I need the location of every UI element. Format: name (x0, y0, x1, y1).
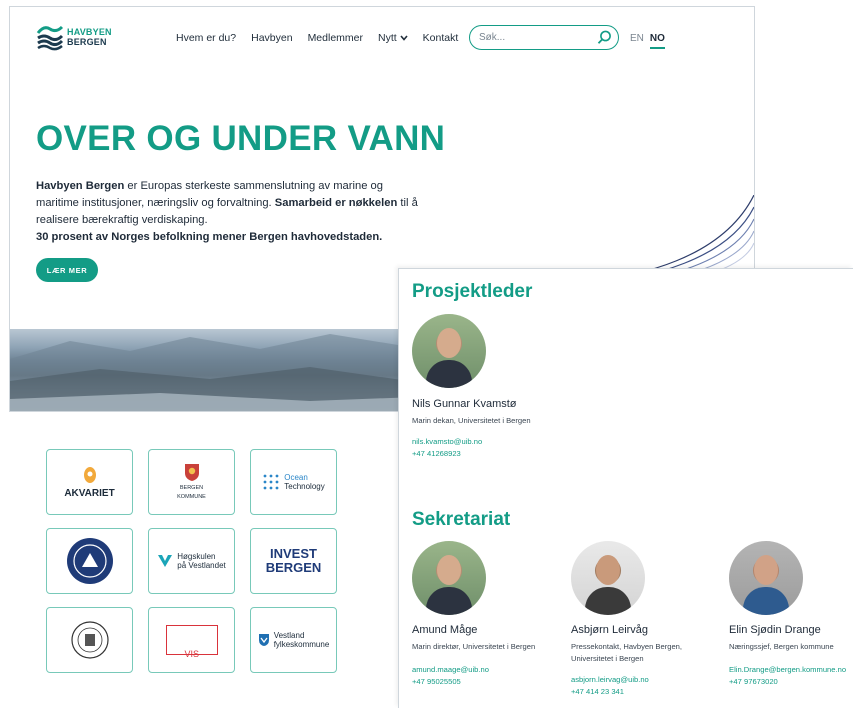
person-phone[interactable]: +47 41268923 (412, 449, 562, 458)
person-role: Marin dekan, Universitetet i Bergen (412, 416, 531, 425)
person-name: Nils Gunnar Kvamstø (412, 398, 517, 410)
waves-logo-icon (36, 25, 64, 51)
avatar-body (743, 587, 789, 615)
person-phone[interactable]: +47 95025505 (412, 677, 562, 686)
hero-text: Havbyen Bergen er Europas sterkeste samm… (36, 178, 426, 246)
partner-akvariet[interactable]: AKVARIET (46, 449, 133, 515)
university-seal-icon (70, 621, 109, 659)
chevron-down-icon (400, 35, 408, 41)
partner-label: Høgskulen (177, 552, 216, 561)
hero-bold-3: 30 prosent av Norges befolkning mener Be… (36, 231, 383, 243)
lang-en[interactable]: EN (630, 33, 644, 49)
person-email[interactable]: amund.maage@uib.no (412, 665, 562, 674)
person-email[interactable]: asbjorn.leirvag@uib.no (571, 675, 707, 684)
vis-logo-frame: VIS (165, 625, 218, 659)
person-card-member: Elin Sjødin Drange Næringssjef, Bergen k… (729, 541, 853, 686)
nav-medlemmer[interactable]: Medlemmer (308, 32, 363, 44)
nav-havbyen[interactable]: Havbyen (251, 32, 292, 44)
partner-sublabel: Technology (284, 482, 325, 491)
nav-nytt[interactable]: Nytt (378, 32, 408, 44)
partner-sublabel: fylkeskommune (273, 640, 330, 649)
person-role: Pressekontakt, Havbyen Bergen, Universit… (571, 642, 683, 663)
hero-bold-2: Samarbeid er nøkkelen (274, 197, 398, 209)
avatar (729, 541, 803, 615)
partner-ocean-technology[interactable]: Ocean Technology (250, 449, 337, 515)
avatar (412, 541, 486, 615)
search-icon[interactable] (597, 30, 612, 45)
person-card-leader: Nils Gunnar Kvamstø Marin dekan, Univers… (412, 314, 562, 458)
person-phone[interactable]: +47 97673020 (729, 677, 853, 686)
search-input[interactable] (479, 32, 597, 43)
vestland-shield-icon (258, 634, 269, 646)
nav-hvem-er-du[interactable]: Hvem er du? (176, 32, 236, 44)
hero-bold-1: Havbyen Bergen (36, 180, 125, 192)
logo-line-2: BERGEN (67, 37, 107, 47)
avatar-head (437, 555, 461, 585)
partner-sublabel: BERGEN (265, 560, 322, 575)
partner-sublabel: på Vestlandet (177, 561, 226, 570)
partner-sublabel: KOMMUNE (177, 494, 206, 500)
avatar-body (426, 587, 472, 615)
main-nav: Hvem er du? Havbyen Medlemmer Nytt Konta… (176, 32, 473, 44)
logo-text: HAVBYEN BERGEN (67, 27, 112, 47)
partner-label: Ocean (284, 473, 308, 482)
partner-bergen-kommune[interactable]: BERGEN KOMMUNE (148, 449, 235, 515)
partner-label: INVEST (270, 546, 317, 561)
partner-vestland-fylkeskommune[interactable]: Vestland fylkeskommune (250, 607, 337, 673)
language-switch: EN NO (630, 33, 665, 49)
avatar (412, 314, 486, 388)
person-card-member: Amund Måge Marin direktør, Universitetet… (412, 541, 562, 686)
person-email[interactable]: nils.kvamsto@uib.no (412, 437, 562, 446)
logo-line-1: HAVBYEN (67, 27, 112, 37)
person-role: Næringssjef, Bergen kommune (729, 642, 834, 651)
person-name: Elin Sjødin Drange (729, 624, 821, 636)
ocean-tech-dots-icon (263, 474, 279, 490)
avatar-head (596, 555, 620, 585)
avatar (571, 541, 645, 615)
partner-label: VIS (184, 649, 200, 659)
partner-university-seal[interactable] (46, 607, 133, 673)
person-card-member: Asbjørn Leirvåg Pressekontakt, Havbyen B… (571, 541, 707, 696)
person-name: Asbjørn Leirvåg (571, 624, 649, 636)
avatar-head (437, 328, 461, 358)
nav-kontakt[interactable]: Kontakt (423, 32, 459, 44)
search-box (469, 25, 619, 50)
partner-label: BERGEN (179, 485, 204, 491)
person-phone[interactable]: +47 414 23 341 (571, 687, 707, 696)
leader-heading: Prosjektleder (412, 281, 533, 302)
person-email[interactable]: Elin.Drange@bergen.kommune.no (729, 665, 853, 674)
partner-label: Vestland (273, 631, 305, 640)
akvariet-logo-icon (83, 467, 96, 483)
avatar-body (585, 587, 631, 615)
partner-nautical-seal[interactable] (46, 528, 133, 594)
partner-hvl[interactable]: Høgskulen på Vestlandet (148, 528, 235, 594)
person-name: Amund Måge (412, 624, 478, 636)
bergen-crest-icon (184, 464, 199, 481)
partner-vis[interactable]: VIS (148, 607, 235, 673)
team-panel: Prosjektleder Nils Gunnar Kvamstø Marin … (398, 268, 853, 708)
learn-more-button[interactable]: LÆR MER (36, 258, 98, 282)
partner-invest-in-bergen[interactable]: INVEST BERGEN (250, 528, 337, 594)
avatar-head (754, 555, 778, 585)
seal-logo-icon (66, 538, 113, 584)
lang-no[interactable]: NO (649, 33, 665, 49)
secretariat-heading: Sekretariat (412, 509, 511, 530)
hvl-v-icon (158, 555, 173, 567)
partner-label: AKVARIET (64, 488, 115, 499)
havbyen-logo[interactable]: HAVBYEN BERGEN (36, 23, 112, 53)
hero-title: OVER OG UNDER VANN (36, 119, 446, 158)
avatar-body (426, 360, 472, 388)
nav-nytt-label: Nytt (378, 32, 397, 44)
person-role: Marin direktør, Universitetet i Bergen (412, 642, 536, 651)
